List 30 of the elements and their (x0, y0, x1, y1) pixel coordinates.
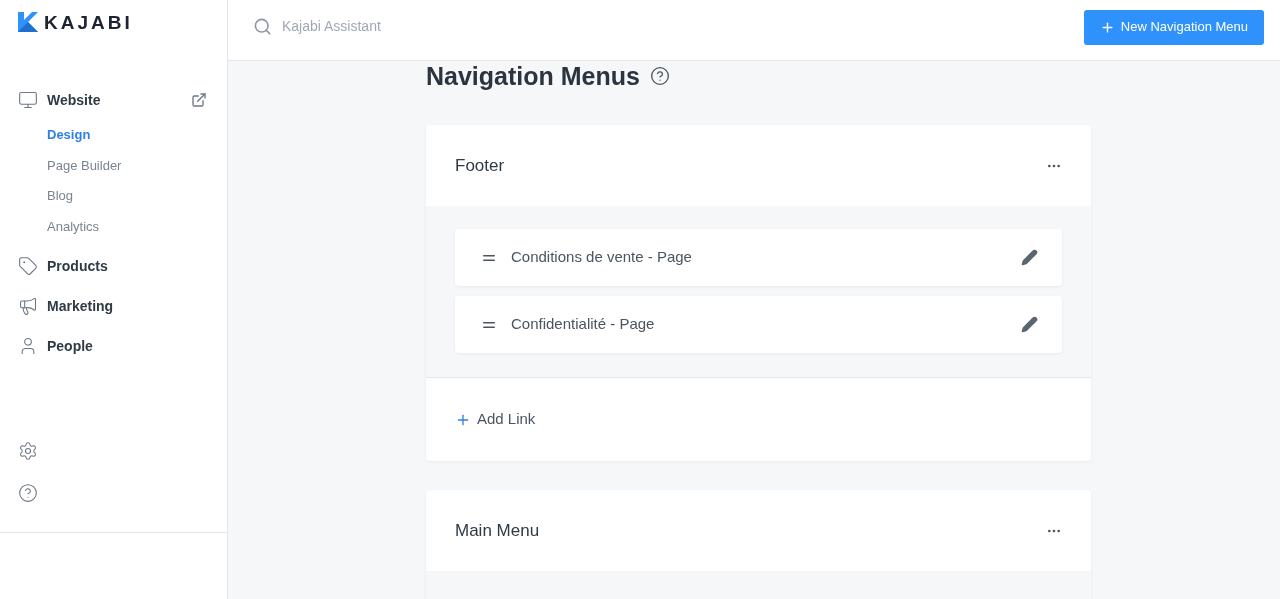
menu-title: Footer (455, 154, 505, 177)
search-placeholder: Kajabi Assistant (282, 16, 381, 36)
sidebar-subitem[interactable]: Blog (0, 181, 227, 212)
menu-link-row[interactable]: Confidentialité - Page (455, 296, 1062, 353)
megaphone-icon (18, 296, 38, 316)
edit-icon[interactable] (1021, 316, 1038, 333)
menu-link-label: Confidentialité - Page (511, 314, 655, 335)
sidebar-item[interactable]: Marketing (47, 295, 114, 317)
monitor-icon (18, 90, 38, 110)
add-link-button[interactable]: Add Link (455, 408, 536, 431)
menu-title: Main Menu (455, 519, 540, 542)
sidebar-item[interactable]: People (47, 335, 93, 357)
plus-icon (1099, 19, 1115, 35)
external-link-icon[interactable] (191, 92, 207, 108)
settings-icon[interactable] (18, 441, 38, 461)
menu-link-label: Conditions de vente - Page (511, 247, 692, 268)
sidebar-item[interactable]: Products (47, 255, 108, 277)
logo-icon (18, 12, 38, 32)
edit-icon[interactable] (1021, 249, 1038, 266)
page-title: Navigation Menus (426, 61, 640, 91)
sidebar-subitem[interactable]: Design (0, 120, 227, 151)
help-icon[interactable] (18, 483, 38, 503)
search-icon (253, 16, 272, 36)
tag-icon (18, 256, 38, 276)
sidebar-item[interactable]: Website (47, 89, 101, 111)
logo-text: KAJABI (44, 12, 133, 34)
sidebar-subitem[interactable]: Analytics (0, 211, 227, 242)
menu-link-row[interactable]: Conditions de vente - Page (455, 229, 1062, 286)
help-icon[interactable] (649, 66, 670, 86)
sidebar-subitem[interactable]: Page Builder (0, 150, 227, 181)
